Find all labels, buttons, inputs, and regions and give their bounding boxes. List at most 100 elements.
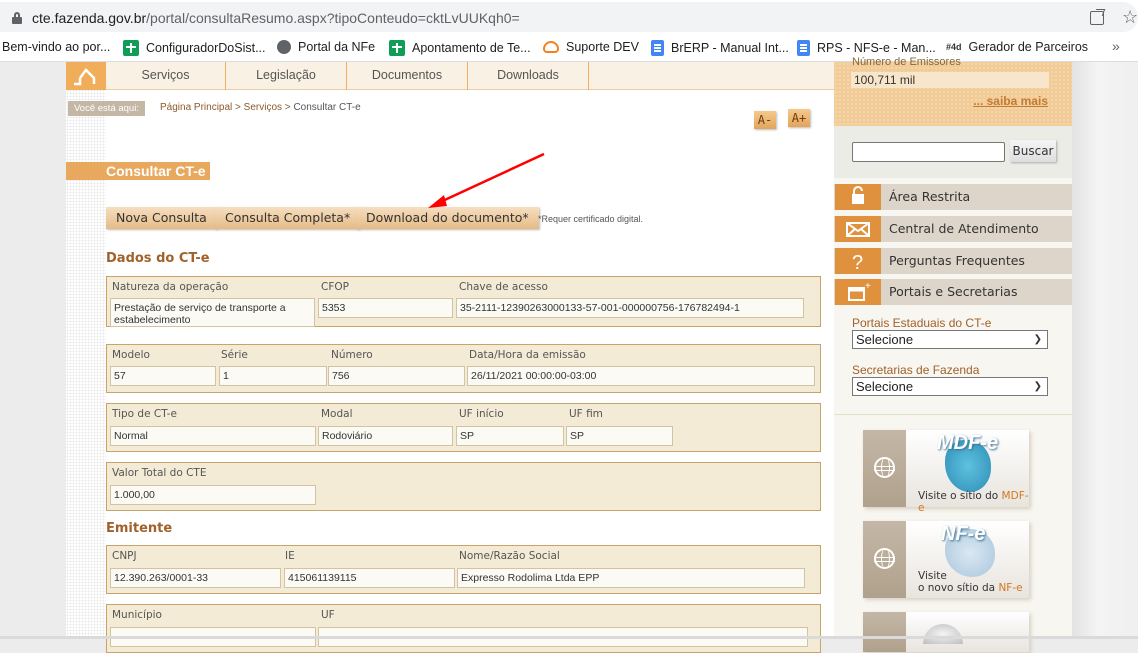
field-cnpj: 12.390.263/0001-33 xyxy=(110,568,281,588)
bookmark-star-icon[interactable]: ☆ xyxy=(1122,7,1138,28)
lock-icon xyxy=(835,184,881,210)
secretarias-selected: Selecione xyxy=(856,379,914,394)
saiba-mais-link[interactable]: ... saiba mais xyxy=(973,94,1048,108)
menu-area-restrita[interactable]: Área Restrita xyxy=(834,184,1072,210)
field-modelo: 57 xyxy=(110,366,216,386)
doc-icon xyxy=(797,40,810,56)
cloud-icon xyxy=(543,41,559,53)
browser-toolbar: cte.fazenda.gov.br/portal/consultaResumo… xyxy=(0,0,1138,34)
annotation-arrow xyxy=(428,152,545,208)
mdfe-logo: MDF-e xyxy=(937,432,999,454)
promo-nfe[interactable]: NF-e Visite o novo sítio da NF-e xyxy=(863,521,1029,598)
bookmark-label: Suporte DEV xyxy=(566,40,639,54)
url-host: cte.fazenda.gov.br xyxy=(32,10,147,26)
field-uf-inicio: SP xyxy=(456,426,564,446)
question-icon: ? xyxy=(835,248,881,274)
menu-perguntas-frequentes[interactable]: ? Perguntas Frequentes xyxy=(834,248,1072,274)
bookmark-label: Gerador de Parceiros xyxy=(968,40,1089,54)
secretarias-select[interactable]: Selecione ❯ xyxy=(852,377,1048,396)
search-button[interactable]: Buscar xyxy=(1010,140,1056,162)
lock-icon[interactable] xyxy=(12,12,22,24)
doc-icon xyxy=(651,40,664,56)
svg-text:?: ? xyxy=(852,252,863,274)
portais-select[interactable]: Selecione ❯ xyxy=(852,330,1048,349)
globe-icon xyxy=(874,548,895,569)
label-serie: Série xyxy=(221,349,248,361)
sidebar: Número de Emissores 100,711 mil ... saib… xyxy=(834,56,1072,652)
field-natureza: Prestação de serviço de transporte a est… xyxy=(110,298,315,327)
fieldset-endereco: Município UF xyxy=(106,604,821,653)
promo-mdfe[interactable]: MDF-e Visite o sítio do MDF-e xyxy=(863,430,1029,514)
field-nome: Expresso Rodolima Ltda EPP xyxy=(457,568,805,588)
bookmarks-bar: Bem-vindo ao por... ConfiguradorDoSist..… xyxy=(0,34,1138,62)
search-input[interactable] xyxy=(852,142,1005,162)
portais-selected: Selecione xyxy=(856,332,914,347)
green-plus-icon xyxy=(123,40,139,56)
bookmark-label: RPS - NFS-e - Man... xyxy=(817,41,936,55)
decrease-font-button[interactable]: A- xyxy=(754,111,776,129)
promo-logo-image xyxy=(923,624,963,644)
label-municipio: Município xyxy=(112,609,162,621)
label-nome: Nome/Razão Social xyxy=(459,550,560,562)
bookmark-item[interactable]: ConfiguradorDoSist... xyxy=(123,40,266,56)
promo-text: Visite o novo sítio da NF-e xyxy=(918,570,1023,594)
share-icon[interactable] xyxy=(1090,11,1104,25)
url-path: /portal/consultaResumo.aspx?tipoConteudo… xyxy=(146,10,520,26)
promo-side-bar xyxy=(863,430,906,507)
promo-side-bar xyxy=(863,521,906,598)
chevron-down-icon: ❯ xyxy=(1033,381,1042,392)
fieldset-operacao: Natureza da operação Prestação de serviç… xyxy=(106,276,821,327)
bookmark-item[interactable]: RPS - NFS-e - Man... xyxy=(797,40,936,56)
promo-text: Visite o sítio do MDF-e xyxy=(918,490,1029,514)
window-plus-icon: + xyxy=(835,279,881,305)
label-cfop: CFOP xyxy=(321,281,349,293)
label-uf-inicio: UF início xyxy=(459,408,504,420)
page-gutter xyxy=(1072,62,1138,639)
field-data-emissao: 26/11/2021 00:00:00-03:00 xyxy=(467,366,815,386)
section-heading-emitente: Emitente xyxy=(106,521,173,536)
green-plus-icon xyxy=(389,40,405,56)
globe-icon xyxy=(874,457,895,478)
emitters-value: 100,711 mil xyxy=(851,72,1049,88)
menu-central-atendimento[interactable]: Central de Atendimento xyxy=(834,216,1072,242)
label-chave: Chave de acesso xyxy=(459,281,548,293)
bookmark-item[interactable]: Bem-vindo ao por... xyxy=(2,40,110,54)
menu-label: Perguntas Frequentes xyxy=(889,253,1025,268)
label-modal: Modal xyxy=(321,408,353,420)
more-bookmarks-button[interactable]: » xyxy=(1112,38,1120,54)
menu-portais-secretarias[interactable]: + Portais e Secretarias xyxy=(834,279,1072,305)
page-content: Serviços Legislação Documentos Downloads… xyxy=(66,56,1072,653)
bookmark-item[interactable]: Suporte DEV xyxy=(543,40,639,54)
secretarias-label: Secretarias de Fazenda xyxy=(852,363,980,377)
url-text[interactable]: cte.fazenda.gov.br/portal/consultaResumo… xyxy=(32,10,520,26)
fieldset-tipo: Tipo de CT-e Normal Modal Rodoviário UF … xyxy=(106,403,821,452)
bookmark-label: Apontamento de Te... xyxy=(412,41,531,55)
label-valor-total: Valor Total do CTE xyxy=(112,467,207,479)
label-tipo: Tipo de CT-e xyxy=(112,408,177,420)
label-uf-fim: UF fim xyxy=(569,408,603,420)
label-numero: Número xyxy=(331,349,373,361)
label-cnpj: CNPJ xyxy=(112,550,137,562)
label-ie: IE xyxy=(285,550,295,562)
label-natureza: Natureza da operação xyxy=(112,281,229,293)
search-panel: Buscar xyxy=(834,126,1072,178)
fieldset-identificacao: Modelo 57 Série 1 Número 756 Data/Hora d… xyxy=(106,344,821,393)
bookmark-label: Portal da NFe xyxy=(298,40,376,54)
bookmark-item[interactable]: Apontamento de Te... xyxy=(389,40,531,56)
label-data-emissao: Data/Hora da emissão xyxy=(469,349,586,361)
globe-icon xyxy=(277,40,291,54)
increase-font-button[interactable]: A+ xyxy=(788,109,810,127)
bookmark-item[interactable]: Portal da NFe xyxy=(277,40,375,54)
field-numero: 756 xyxy=(328,366,465,386)
bookmark-item[interactable]: BrERP - Manual Int... xyxy=(651,40,789,56)
emitters-label: Número de Emissores xyxy=(852,56,961,68)
fieldset-valor: Valor Total do CTE 1.000,00 xyxy=(106,462,821,511)
fieldset-emitente: CNPJ 12.390.263/0001-33 IE 415061139115 … xyxy=(106,545,821,594)
promo-side-bar xyxy=(863,612,906,652)
bookmark-item[interactable]: #4d Gerador de Parceiros xyxy=(946,40,1088,54)
bookmark-label: Bem-vindo ao por... xyxy=(2,40,111,54)
promo-third[interactable] xyxy=(863,612,1029,652)
address-bar[interactable]: cte.fazenda.gov.br/portal/consultaResumo… xyxy=(0,2,1138,32)
field-cfop: 5353 xyxy=(318,298,453,318)
portais-label: Portais Estaduais do CT-e xyxy=(852,316,992,330)
